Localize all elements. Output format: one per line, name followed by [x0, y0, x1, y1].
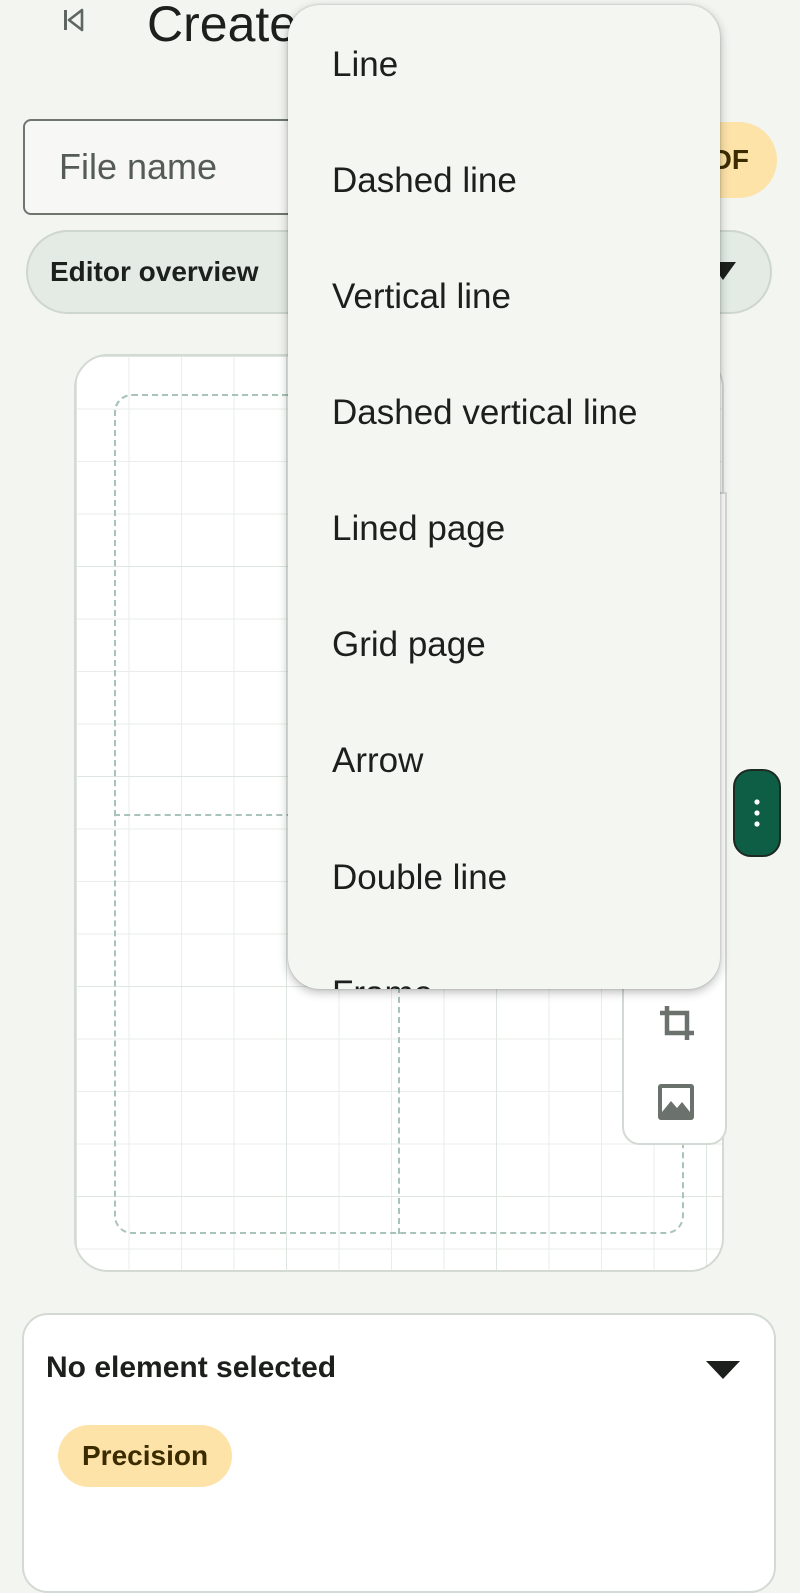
menu-item-vertical-line[interactable]: Vertical line: [288, 239, 720, 355]
menu-item-line[interactable]: Line: [288, 7, 720, 123]
first-page-icon[interactable]: [56, 2, 92, 38]
crop-icon[interactable]: [658, 1004, 696, 1042]
precision-chip-label: Precision: [82, 1440, 209, 1471]
editor-overview-label: Editor overview: [50, 256, 259, 287]
menu-item-dashed-vertical-line[interactable]: Dashed vertical line: [288, 355, 720, 471]
menu-item-lined-page[interactable]: Lined page: [288, 471, 720, 587]
menu-item-dashed-line[interactable]: Dashed line: [288, 123, 720, 239]
precision-chip[interactable]: Precision: [58, 1425, 233, 1487]
page-title: Create: [147, 0, 298, 52]
selection-status: No element selected: [46, 1351, 337, 1384]
shape-dropdown-menu: Line Dashed line Vertical line Dashed ve…: [288, 5, 720, 989]
image-icon[interactable]: [656, 1082, 696, 1122]
more-options-button[interactable]: [733, 769, 781, 857]
menu-item-double-line[interactable]: Double line: [288, 820, 720, 936]
more-vert-icon: [754, 799, 760, 827]
menu-item-frame[interactable]: Frame: [288, 936, 720, 989]
caret-down-icon[interactable]: [706, 1361, 740, 1379]
element-properties-card: No element selected Precision: [22, 1313, 776, 1593]
menu-item-arrow[interactable]: Arrow: [288, 703, 720, 819]
menu-item-grid-page[interactable]: Grid page: [288, 587, 720, 703]
